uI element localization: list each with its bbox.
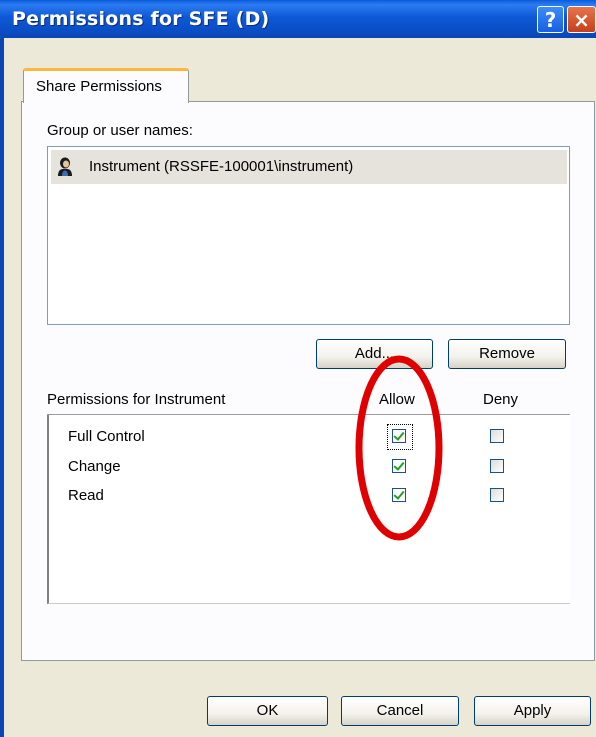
deny-column-header: Deny [483, 391, 519, 408]
ok-button[interactable]: OK [207, 696, 328, 726]
annotation-circle [355, 355, 443, 541]
help-icon: ? [544, 8, 557, 32]
list-item[interactable]: Instrument (RSSFE-100001\instrument) [51, 150, 567, 184]
permissions-label: Permissions for Instrument [47, 391, 226, 408]
deny-checkbox-read[interactable] [490, 488, 504, 502]
title-bar: Permissions for SFE (D) ? × [0, 0, 596, 38]
deny-checkbox-full-control[interactable] [490, 429, 504, 443]
window-title: Permissions for SFE (D) [12, 8, 270, 30]
user-icon [58, 157, 72, 176]
close-icon: × [573, 8, 590, 32]
window-frame [0, 38, 4, 737]
permission-name: Change [68, 458, 121, 475]
help-button[interactable]: ? [537, 6, 564, 33]
cancel-button[interactable]: Cancel [341, 696, 459, 726]
tab-share-permissions[interactable]: Share Permissions [23, 68, 189, 103]
permission-name: Read [68, 487, 104, 504]
apply-button[interactable]: Apply [474, 696, 591, 726]
group-label: Group or user names: [47, 122, 193, 139]
group-list[interactable]: Instrument (RSSFE-100001\instrument) [47, 146, 570, 325]
remove-button[interactable]: Remove [448, 339, 566, 369]
tab-label: Share Permissions [36, 78, 162, 95]
list-item-label: Instrument (RSSFE-100001\instrument) [89, 158, 354, 175]
close-button[interactable]: × [567, 6, 596, 33]
permission-name: Full Control [68, 428, 145, 445]
deny-checkbox-change[interactable] [490, 459, 504, 473]
